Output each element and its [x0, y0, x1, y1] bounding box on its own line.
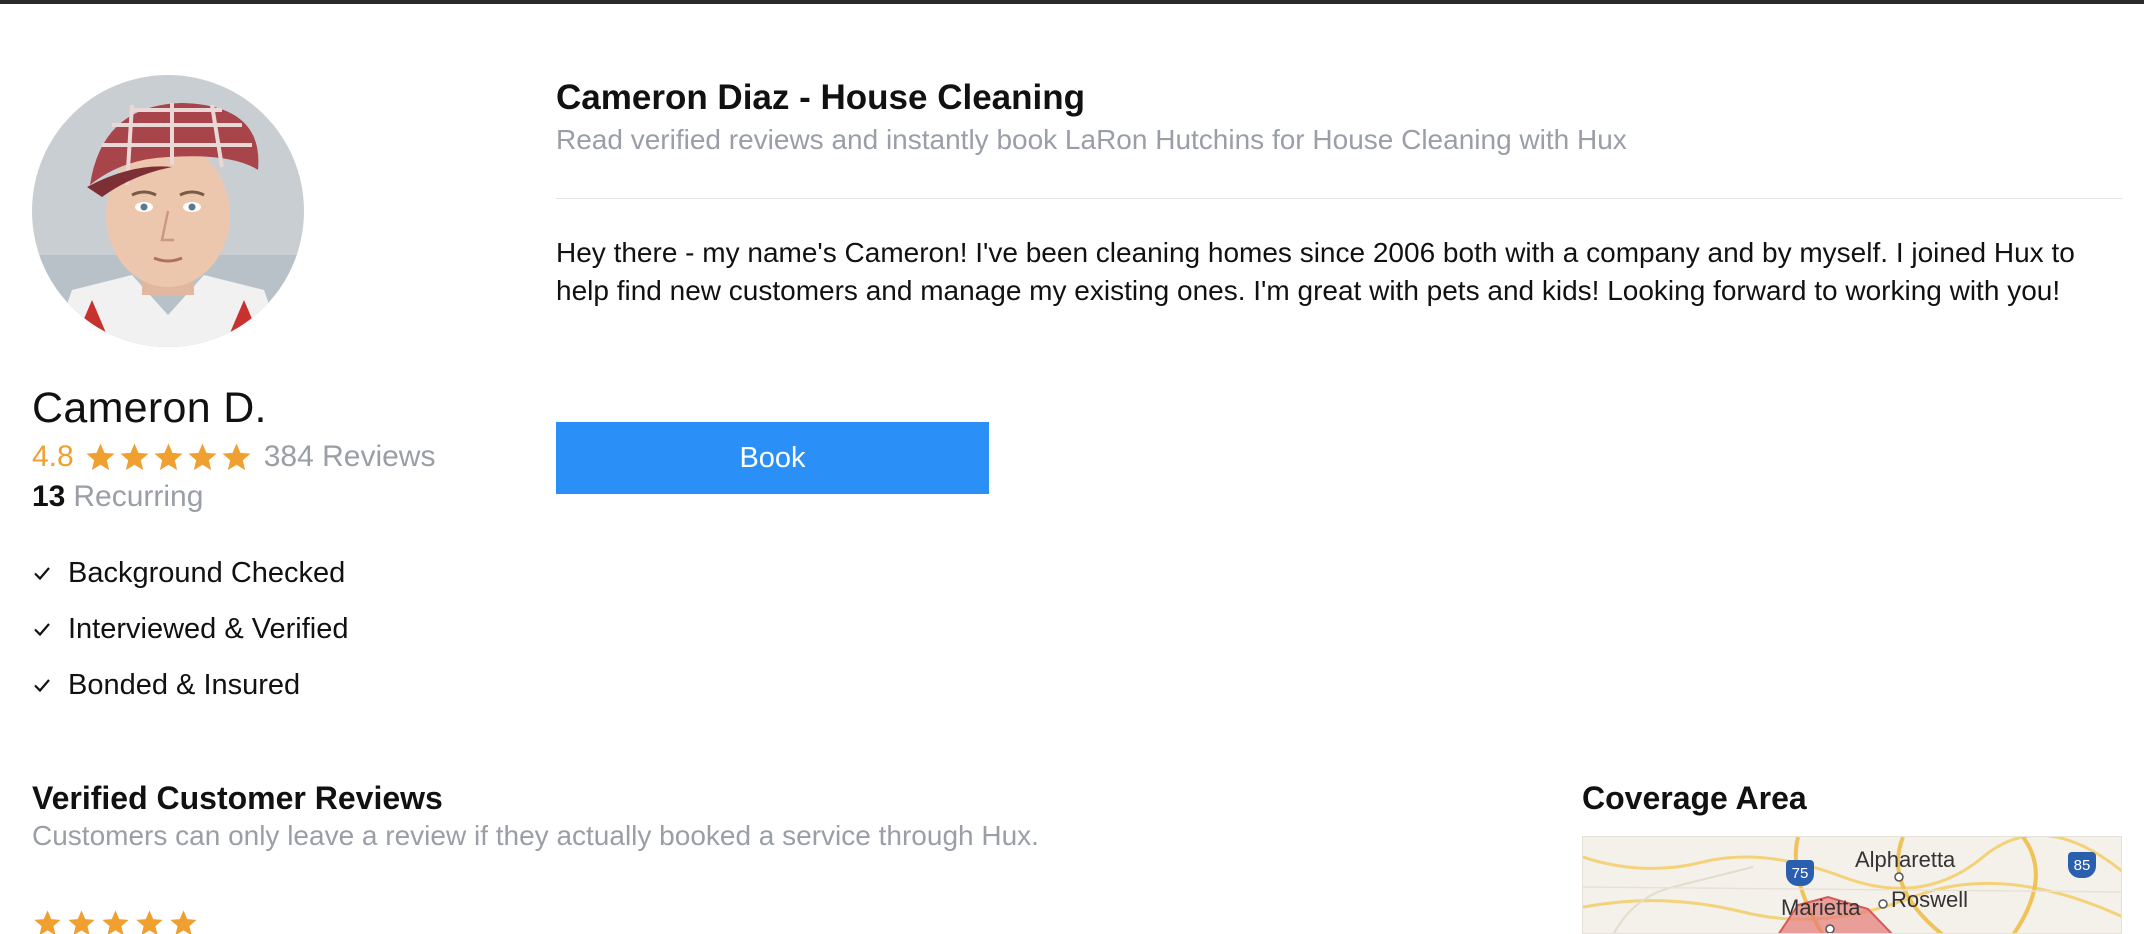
- checkmark-icon: [34, 679, 50, 693]
- map-label-roswell: Roswell: [1891, 887, 1969, 912]
- rating-value: 4.8: [32, 440, 74, 473]
- star-icon: [154, 442, 183, 470]
- top-bar: [0, 0, 2144, 4]
- star-icon: [120, 442, 149, 470]
- star-icon: [68, 910, 95, 934]
- profile-name: Cameron D.: [32, 384, 267, 432]
- provider-bio: Hey there - my name's Cameron! I've been…: [556, 237, 2075, 306]
- recurring-count: 13: [32, 480, 66, 513]
- page-subtitle: Read verified reviews and instantly book…: [556, 124, 1627, 155]
- rating-stars: [84, 441, 254, 474]
- star-icon: [170, 910, 197, 934]
- star-icon: [222, 442, 251, 470]
- recurring-row: 13 Recurring: [32, 478, 203, 516]
- reviews-count-link[interactable]: 384 Reviews: [264, 440, 436, 474]
- star-icon: [34, 910, 61, 934]
- profile-avatar: [32, 75, 304, 347]
- interstate-85-shield-icon: 85: [2068, 852, 2096, 878]
- review-stars: [32, 908, 202, 934]
- reviews-section-title: Verified Customer Reviews: [32, 780, 443, 816]
- coverage-map[interactable]: Alpharetta Roswell Marietta 75 85: [1582, 836, 2122, 934]
- rating-row: 4.8 384 Reviews: [32, 437, 435, 477]
- checkmark-icon: [34, 623, 50, 637]
- checkmark-icon: [34, 567, 50, 581]
- map-label-alpharetta: Alpharetta: [1855, 847, 1956, 872]
- star-icon: [102, 910, 129, 934]
- badge-label: Interviewed & Verified: [68, 612, 349, 645]
- recurring-label: Recurring: [73, 480, 204, 513]
- badge-label: Background Checked: [68, 556, 346, 589]
- map-label-marietta: Marietta: [1781, 895, 1861, 920]
- badge-background-checked: Background Checked: [32, 553, 345, 593]
- badge-bonded-insured: Bonded & Insured: [32, 665, 300, 705]
- coverage-section-title: Coverage Area: [1582, 780, 1807, 816]
- book-button[interactable]: Book: [556, 422, 989, 494]
- reviews-section-subtitle: Customers can only leave a review if the…: [32, 820, 1039, 851]
- star-icon: [188, 442, 217, 470]
- page-title: Cameron Diaz - House Cleaning: [556, 78, 1085, 117]
- star-icon: [136, 910, 163, 934]
- badge-interviewed-verified: Interviewed & Verified: [32, 609, 348, 649]
- interstate-75-shield-icon: 75: [1786, 860, 1814, 886]
- badge-label: Bonded & Insured: [68, 668, 301, 701]
- star-icon: [86, 442, 115, 470]
- header-divider: [556, 198, 2122, 199]
